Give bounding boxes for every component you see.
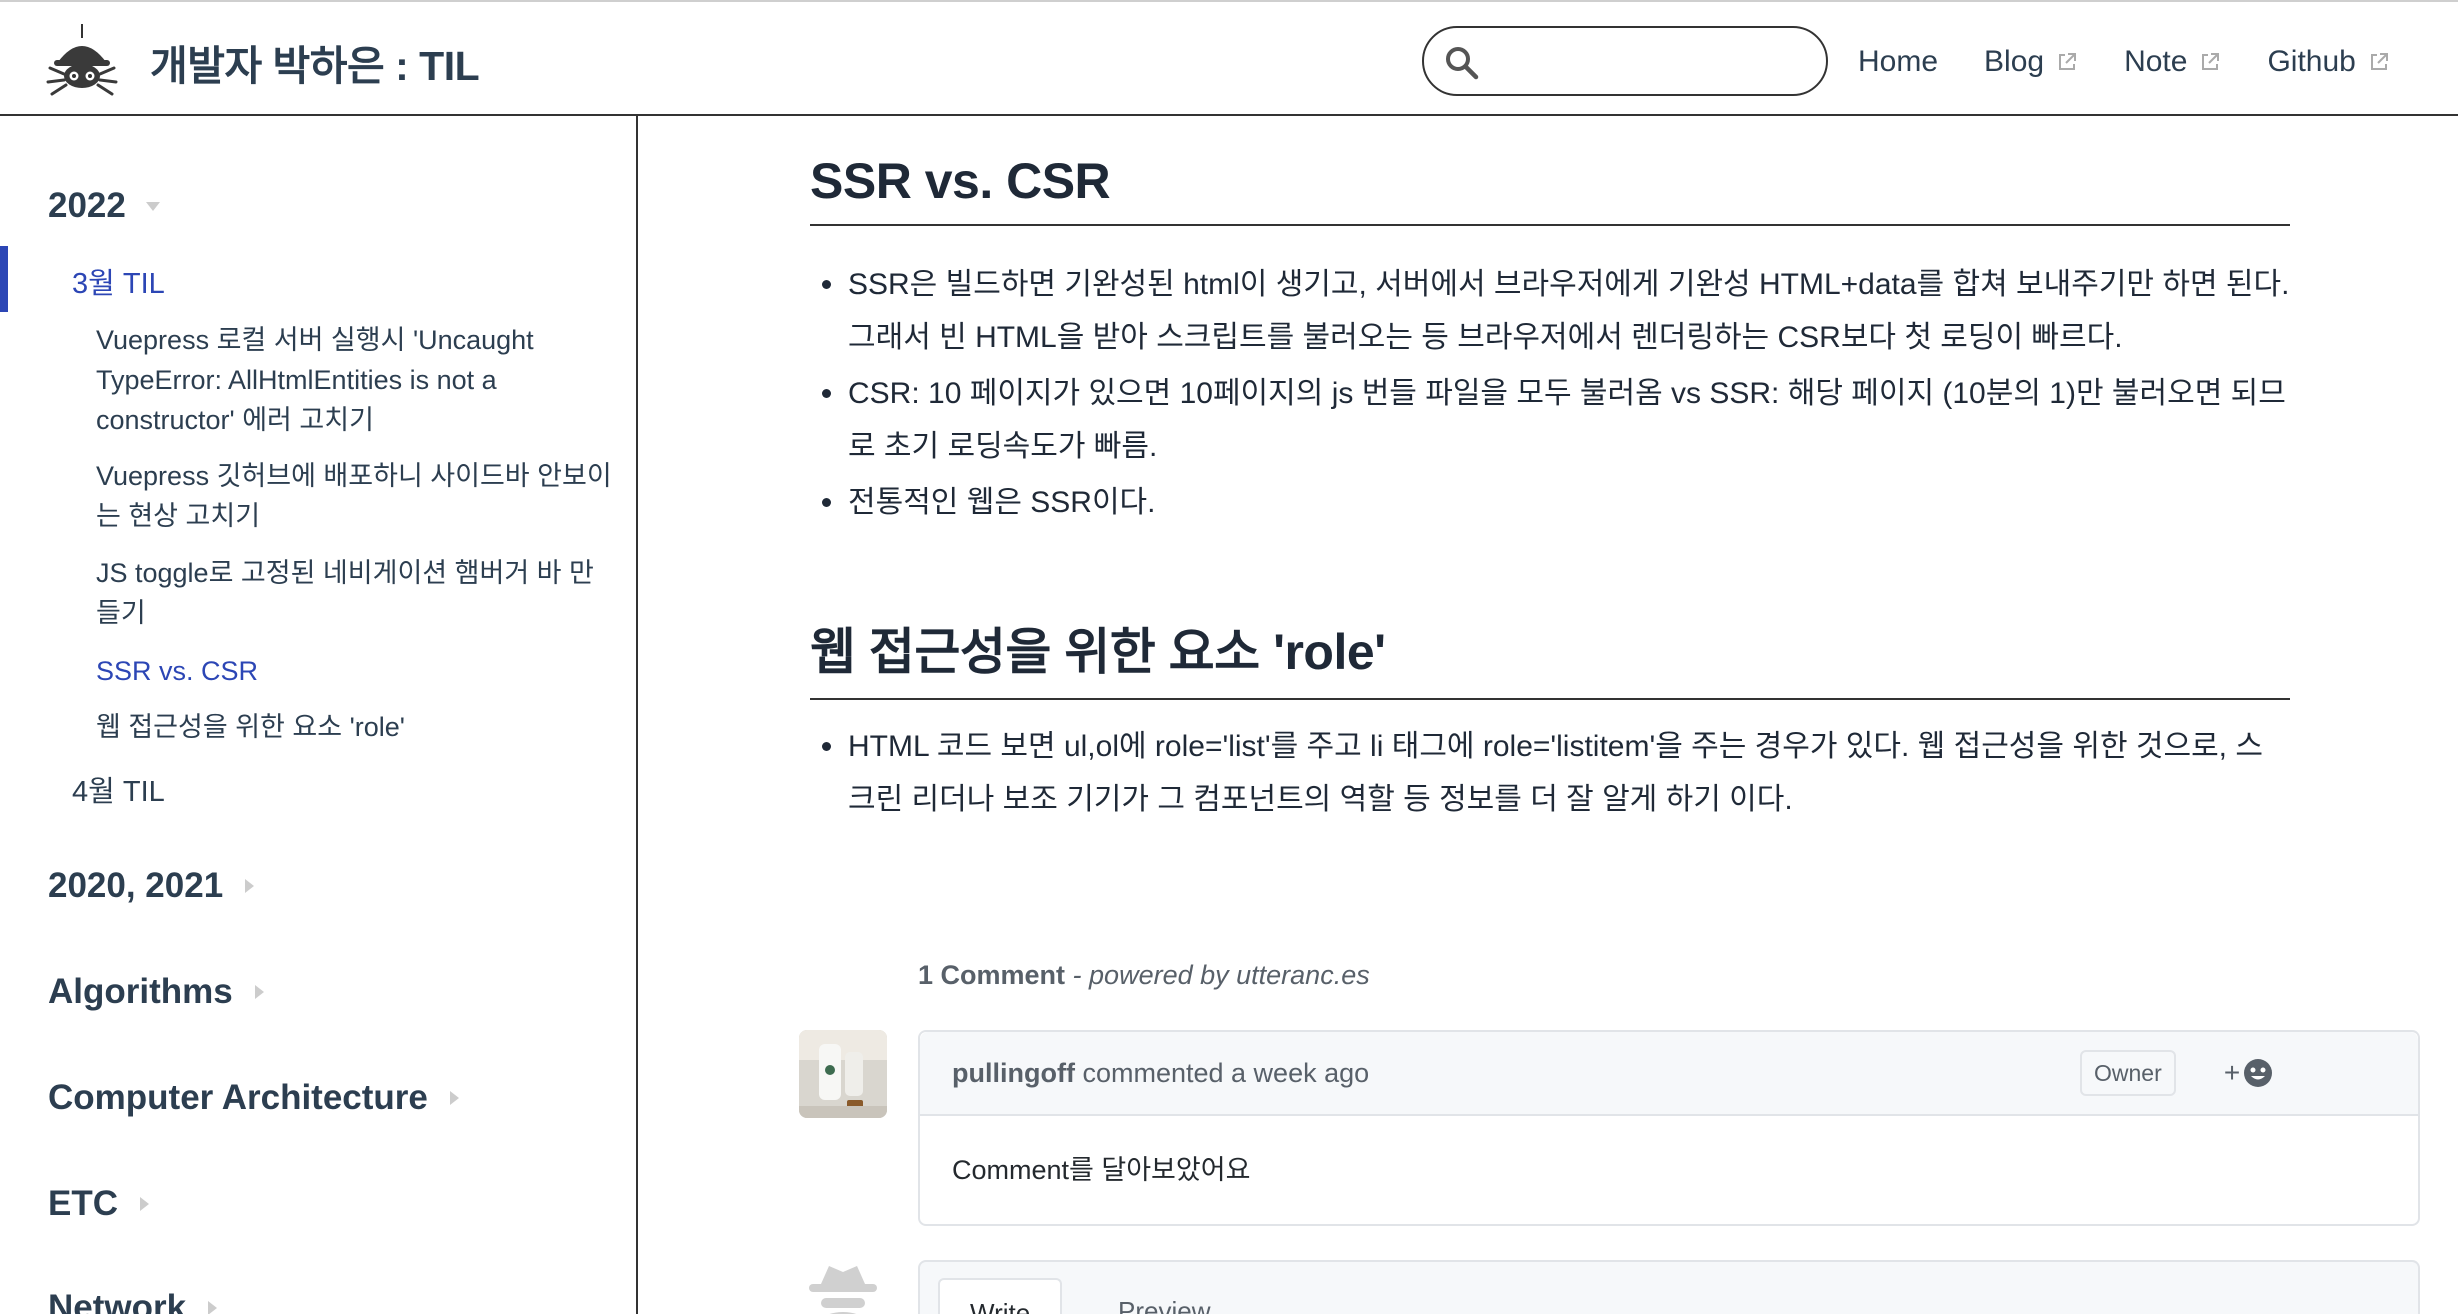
chevron-down-icon xyxy=(145,201,160,211)
section-list-role: HTML 코드 보면 ul,ol에 role='list'를 주고 li 태그에… xyxy=(810,720,2290,829)
sidebar-page-link[interactable]: Vuepress 깃허브에 배포하니 사이드바 안보이는 현상 고치기 xyxy=(96,456,616,536)
section-heading-role: 웹 접근성을 위한 요소 'role' xyxy=(810,612,2290,700)
nav-note-label: Note xyxy=(2124,45,2188,78)
top-navbar: 개발자 박하은 : TIL Home Blog Note Github xyxy=(0,0,2458,116)
chevron-right-icon xyxy=(449,1091,459,1105)
sidebar-group-label: Computer Architecture xyxy=(48,1078,428,1117)
comment-editor: Write Preview xyxy=(918,1260,2420,1314)
external-link-icon xyxy=(2202,53,2220,70)
sidebar-group-algorithms[interactable]: Algorithms xyxy=(48,972,264,1012)
search-box[interactable] xyxy=(1422,26,1828,96)
comment-card: pullingoff commented a week ago Owner + … xyxy=(918,1030,2420,1226)
list-item: 전통적인 웹은 SSR이다. xyxy=(810,476,2290,529)
avatar[interactable] xyxy=(799,1030,887,1118)
sidebar-group-computer-architecture[interactable]: Computer Architecture xyxy=(48,1078,459,1118)
nav-note-link[interactable]: Note xyxy=(2124,45,2221,79)
sidebar-group-network[interactable]: Network xyxy=(48,1288,218,1314)
active-indicator xyxy=(0,246,8,312)
nav-home-label: Home xyxy=(1858,45,1939,78)
sidebar-group-label: 2020, 2021 xyxy=(48,866,224,905)
sidebar-page-link[interactable]: JS toggle로 고정된 네비게이션 햄버거 바 만들기 xyxy=(96,553,616,633)
search-icon xyxy=(1446,47,1479,80)
nav-home-link[interactable]: Home xyxy=(1858,45,1938,79)
comment-count: 1 Comment xyxy=(918,960,1066,990)
comment-body: Comment를 달아보았어요 xyxy=(952,1155,1251,1185)
nav-blog-label: Blog xyxy=(1984,45,2045,78)
spider-logo-icon[interactable] xyxy=(46,22,118,98)
tab-preview[interactable]: Preview xyxy=(1088,1278,1240,1314)
sidebar-group-label: ETC xyxy=(48,1184,118,1223)
comment-header: pullingoff commented a week ago Owner + xyxy=(920,1032,2418,1116)
chevron-right-icon xyxy=(208,1301,218,1314)
search-input[interactable] xyxy=(1490,40,1810,84)
smiley-icon xyxy=(2244,1059,2273,1087)
powered-by-link[interactable]: - powered by utteranc.es xyxy=(1073,960,1370,990)
nav-github-link[interactable]: Github xyxy=(2267,45,2389,79)
chevron-right-icon xyxy=(245,879,255,893)
list-item: SSR은 빌드하면 기완성된 html이 생기고, 서버에서 브라우저에게 기완… xyxy=(810,258,2290,364)
reaction-plus-label: + xyxy=(2223,1057,2241,1088)
sidebar-group-2020-2021[interactable]: 2020, 2021 xyxy=(48,866,255,906)
nav-links: Home Blog Note Github xyxy=(1858,40,2390,84)
anonymous-user-icon xyxy=(799,1262,887,1314)
sidebar-page-link-active[interactable]: SSR vs. CSR xyxy=(96,651,616,691)
sidebar-group-label: 2022 xyxy=(48,186,126,225)
external-link-icon xyxy=(2059,53,2077,70)
site-title[interactable]: 개발자 박하은 : TIL xyxy=(150,32,480,92)
owner-badge: Owner xyxy=(2080,1050,2176,1096)
sidebar-item-march-til[interactable]: 3월 TIL xyxy=(72,260,165,302)
section-heading-ssr-csr: SSR vs. CSR xyxy=(810,152,2290,226)
comment-author-link[interactable]: pullingoff xyxy=(952,1058,1075,1088)
comment-meta: pullingoff commented a week ago xyxy=(952,1058,1369,1089)
section-list-ssr-csr: SSR은 빌드하면 기완성된 html이 생기고, 서버에서 브라우저에게 기완… xyxy=(810,258,2290,532)
sidebar-page-link[interactable]: Vuepress 로컬 서버 실행시 'Uncaught TypeError: … xyxy=(96,320,616,440)
sidebar-group-label: Network xyxy=(48,1288,187,1314)
nav-github-label: Github xyxy=(2267,45,2356,78)
tab-write[interactable]: Write xyxy=(938,1278,1063,1314)
sidebar-group-2022[interactable]: 2022 xyxy=(48,186,160,226)
chevron-right-icon xyxy=(254,985,264,999)
list-item: HTML 코드 보면 ul,ol에 role='list'를 주고 li 태그에… xyxy=(810,720,2290,826)
sidebar-page-link[interactable]: 웹 접근성을 위한 요소 'role' xyxy=(96,707,616,747)
chevron-right-icon xyxy=(140,1197,149,1211)
comment-timestamp: commented a week ago xyxy=(1082,1058,1370,1088)
sidebar-group-etc[interactable]: ETC xyxy=(48,1184,149,1224)
add-reaction-button[interactable]: + xyxy=(2214,1052,2284,1094)
nav-blog-link[interactable]: Blog xyxy=(1984,45,2078,79)
sidebar-group-label: Algorithms xyxy=(48,972,233,1011)
list-item: CSR: 10 페이지가 있으면 10페이지의 js 번들 파일을 모두 불러옴… xyxy=(810,367,2290,473)
sidebar: 2022 3월 TIL Vuepress 로컬 서버 실행시 'Uncaught… xyxy=(0,116,638,1314)
comments-header: 1 Comment - powered by utteranc.es xyxy=(918,960,1370,991)
external-link-icon xyxy=(2370,53,2388,70)
sidebar-item-april-til[interactable]: 4월 TIL xyxy=(72,768,165,810)
